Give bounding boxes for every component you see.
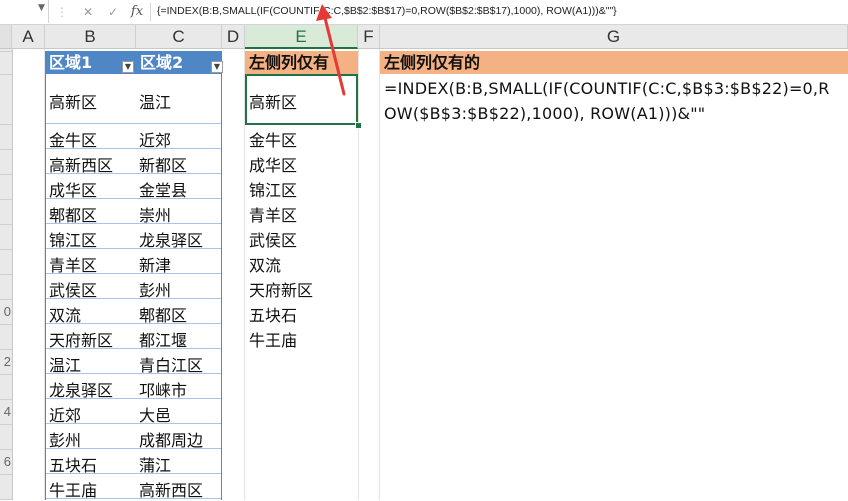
annotation-arrow	[316, 4, 346, 96]
